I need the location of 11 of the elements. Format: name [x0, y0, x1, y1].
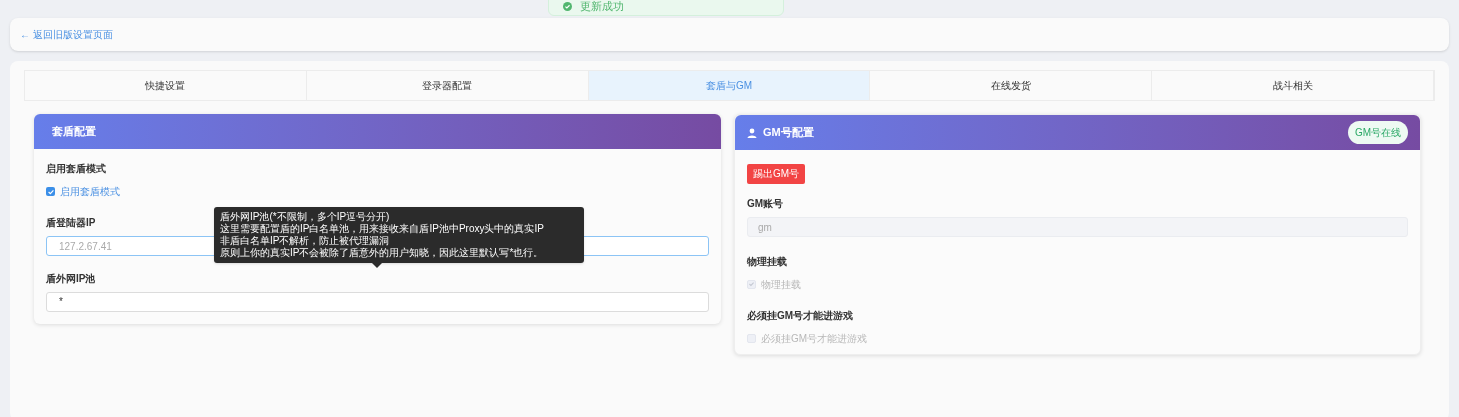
toast-message: 更新成功 — [580, 0, 624, 14]
field-label: 必须挂GM号才能进游戏 — [747, 308, 854, 323]
field-label: 盾外网IP池 — [46, 271, 96, 286]
field-label: GM账号 — [747, 197, 784, 211]
field-label: 启用套盾模式 — [46, 162, 106, 176]
status-badge: GM号在线 — [1347, 121, 1408, 144]
tooltip-text: 盾外网IP池(*不限制，多个IP逗号分开) 这里需要配置盾的IP白名单池，用来接收来自盾IP池中Proxy头中的真实IP 非盾白名单IP不解析，防止被代理漏洞 原则上你的真实IP不会被除了盾意外的用户知晓，因此这里默认写*也行。 — [220, 211, 545, 259]
field-label: 盾登陆器IP — [46, 216, 96, 230]
card-title: GM号配置 — [763, 125, 814, 141]
card-title: 套盾配置 — [52, 124, 96, 140]
field-label: 物理挂载 — [747, 254, 787, 269]
